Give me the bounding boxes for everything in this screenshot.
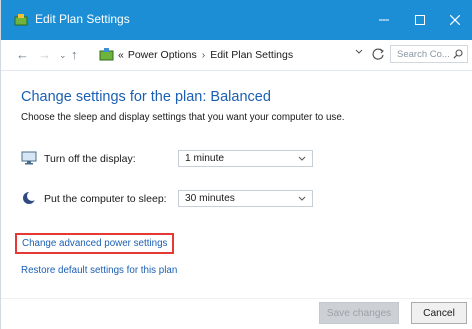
search-input[interactable]: Search Co... (390, 45, 468, 63)
maximize-button[interactable] (402, 0, 438, 40)
minimize-icon (379, 19, 389, 21)
moon-icon (23, 191, 37, 204)
display-timeout-value: 1 minute (185, 153, 225, 164)
close-button[interactable] (437, 0, 472, 40)
breadcrumb-item-edit-plan-settings[interactable]: Edit Plan Settings (210, 49, 293, 61)
forward-arrow-icon[interactable]: → (38, 47, 51, 62)
address-bar: ← → ⌄ ↑ « Power Options › Edit Plan Sett… (1, 40, 472, 71)
search-placeholder: Search Co... (397, 49, 450, 60)
restore-default-settings-link[interactable]: Restore default settings for this plan (21, 265, 177, 276)
up-arrow-icon[interactable]: ↑ (71, 47, 78, 62)
breadcrumb-overflow[interactable]: « (118, 49, 124, 61)
sleep-timeout-value: 30 minutes (185, 193, 235, 204)
minimize-button[interactable] (366, 0, 402, 40)
search-icon[interactable] (453, 49, 463, 59)
maximize-icon (415, 15, 425, 25)
breadcrumb[interactable]: « Power Options › Edit Plan Settings (99, 46, 389, 63)
window-title: Edit Plan Settings (35, 12, 130, 26)
title-bar[interactable]: Edit Plan Settings (1, 0, 472, 40)
breadcrumb-separator-icon: › (201, 48, 206, 61)
page-subtitle: Choose the sleep and display settings th… (21, 112, 345, 123)
edit-plan-settings-window: Edit Plan Settings ← → ⌄ ↑ « Power Optio… (0, 0, 472, 329)
sleep-timeout-label: Put the computer to sleep: (44, 193, 167, 205)
recent-locations-chevron-icon[interactable]: ⌄ (59, 50, 67, 61)
control-panel-icon (99, 48, 114, 61)
display-timeout-label: Turn off the display: (44, 153, 136, 165)
display-timeout-select[interactable]: 1 minute (178, 150, 313, 167)
breadcrumb-item-power-options[interactable]: Power Options (128, 49, 197, 61)
save-changes-button[interactable]: Save changes (319, 302, 399, 324)
chevron-down-icon (298, 156, 306, 161)
refresh-icon[interactable] (371, 46, 385, 62)
chevron-down-icon (298, 196, 306, 201)
back-arrow-icon[interactable]: ← (16, 47, 29, 62)
page-title: Change settings for the plan: Balanced (21, 89, 271, 105)
close-icon (450, 15, 460, 25)
cancel-button[interactable]: Cancel (411, 302, 467, 324)
monitor-icon (21, 151, 37, 165)
change-advanced-power-settings-link[interactable]: Change advanced power settings (15, 233, 175, 254)
sleep-timeout-select[interactable]: 30 minutes (178, 190, 313, 207)
footer-divider (1, 298, 472, 299)
power-options-icon (14, 14, 28, 26)
address-dropdown-chevron-icon[interactable] (355, 48, 363, 56)
